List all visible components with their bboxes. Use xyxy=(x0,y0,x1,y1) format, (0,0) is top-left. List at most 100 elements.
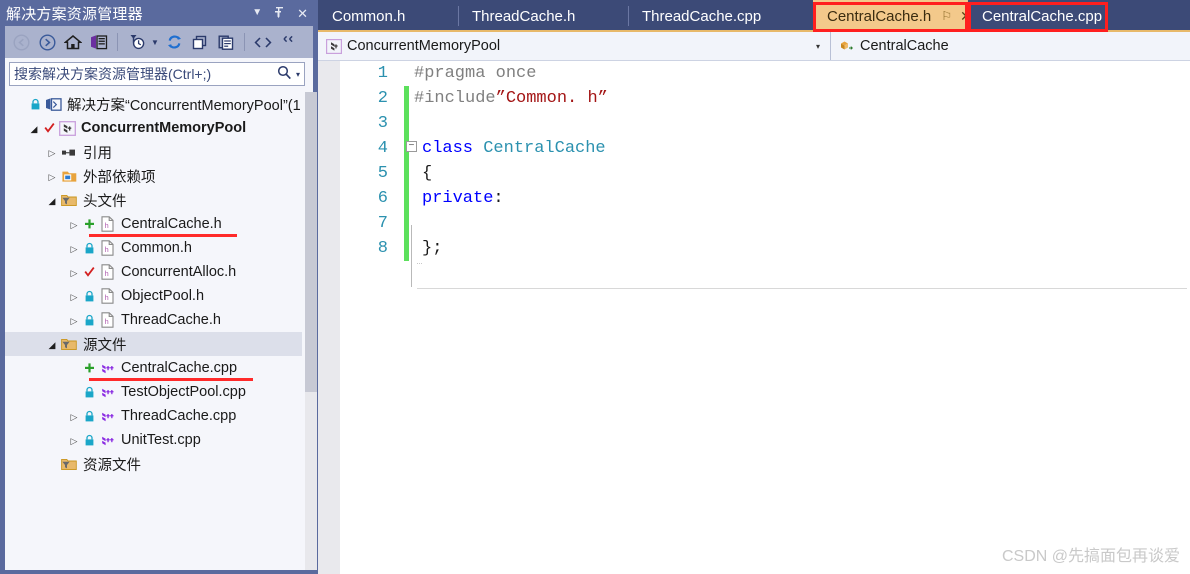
collapse-twisty-icon[interactable]: ◢ xyxy=(27,119,41,137)
search-input-placeholder: 搜索解决方案资源管理器(Ctrl+;) xyxy=(14,66,212,82)
tree-item-concurrentmemorypool[interactable]: ◢ ConcurrentMemoryPool xyxy=(5,116,302,140)
cpp-file-icon xyxy=(97,409,117,424)
expand-twisty-icon[interactable]: ▷ xyxy=(45,143,59,161)
tree-item-concurrentmemorypool-1[interactable]: 解决方案“ConcurrentMemoryPool”(1 xyxy=(5,92,302,116)
expand-twisty-icon[interactable]: ▷ xyxy=(67,263,81,281)
collapse-all-icon[interactable] xyxy=(188,30,212,54)
code-line[interactable]: 1 #pragma once xyxy=(318,61,1190,86)
tree-item-label: CentralCache.h xyxy=(121,216,222,232)
expand-twisty-icon[interactable]: ▷ xyxy=(67,311,81,329)
tree-item-[interactable]: ◢ 源文件 xyxy=(5,332,302,356)
expand-twisty-icon[interactable]: ▷ xyxy=(67,431,81,449)
code-line[interactable]: 5{ xyxy=(318,161,1190,186)
toolbar-separator-2 xyxy=(244,33,245,51)
search-icon[interactable] xyxy=(275,65,294,83)
code-text: private: xyxy=(422,189,504,208)
home-icon[interactable] xyxy=(61,30,85,54)
collapse-twisty-icon[interactable]: ◢ xyxy=(45,191,59,209)
search-input[interactable]: 搜索解决方案资源管理器(Ctrl+;) ▾ xyxy=(9,62,305,86)
tree-item-[interactable]: ▷ 引用 xyxy=(5,140,302,164)
code-brackets-icon[interactable] xyxy=(251,30,275,54)
svg-text:h: h xyxy=(104,295,109,303)
tree-item-threadcache.h[interactable]: ▷ h ThreadCache.h xyxy=(5,308,302,332)
properties-icon[interactable] xyxy=(214,30,238,54)
expand-twisty-icon[interactable]: ▷ xyxy=(67,287,81,305)
tree-item-objectpool.h[interactable]: ▷ h ObjectPool.h xyxy=(5,284,302,308)
tree-item-label: ObjectPool.h xyxy=(121,288,205,304)
editor-tab-threadcache-cpp[interactable]: ThreadCache.cpp xyxy=(628,0,813,32)
line-number: 7 xyxy=(377,214,388,233)
scrollbar-thumb[interactable] xyxy=(305,92,317,392)
class-icon xyxy=(839,39,855,54)
header-file-icon: h xyxy=(97,312,117,328)
navbar-project-dropdown[interactable]: ConcurrentMemoryPool ▾ xyxy=(318,32,831,60)
header-file-icon: h xyxy=(97,288,117,304)
tree-item-centralcache.h[interactable]: ▷ h CentralCache.h xyxy=(5,212,302,237)
tree-item-[interactable]: ◢ 头文件 xyxy=(5,188,302,212)
filter-clock-icon[interactable] xyxy=(124,30,148,54)
editor-tab-threadcache-h[interactable]: ThreadCache.h xyxy=(458,0,628,32)
code-lines[interactable]: 1 #pragma once 2 #include”Common. h” 3 4 − clas… xyxy=(318,61,1190,261)
navbar-member-dropdown[interactable]: CentralCache xyxy=(831,32,957,60)
code-text: { xyxy=(422,164,432,183)
svg-text:h: h xyxy=(104,271,109,279)
solution-view-icon[interactable] xyxy=(87,30,111,54)
tree-item-threadcache.cpp[interactable]: ▷ ThreadCache.cpp xyxy=(5,404,302,428)
line-number: 4 xyxy=(377,139,388,158)
editor-tab-centralcache-h[interactable]: CentralCache.h ⚐ ✕ xyxy=(813,0,972,32)
tab-label: ThreadCache.h xyxy=(472,7,576,25)
change-indicator-bar xyxy=(404,86,409,111)
refresh-icon[interactable] xyxy=(162,30,186,54)
search-dropdown-caret-icon[interactable]: ▾ xyxy=(294,70,300,79)
editor-navigation-bar: ConcurrentMemoryPool ▾ CentralCache xyxy=(318,32,1190,61)
forward-arrow-icon[interactable] xyxy=(35,30,59,54)
lock-badge-icon xyxy=(27,98,43,111)
svg-text:h: h xyxy=(104,319,109,327)
lock-badge-icon xyxy=(81,242,97,255)
toolbar-separator xyxy=(117,33,118,51)
tree-item-centralcache.cpp[interactable]: CentralCache.cpp xyxy=(5,356,302,381)
collapse-twisty-icon[interactable]: ◢ xyxy=(45,335,59,353)
dropdown-caret-icon[interactable]: ▼ xyxy=(252,8,262,18)
solution-explorer-scrollbar[interactable] xyxy=(305,92,317,570)
back-arrow-icon[interactable] xyxy=(9,30,33,54)
expand-twisty-icon[interactable]: ▷ xyxy=(45,167,59,185)
expand-twisty-icon[interactable]: ▷ xyxy=(67,407,81,425)
code-line[interactable]: 6 private: xyxy=(318,186,1190,211)
tree-item-[interactable]: ▷ 外部依赖项 xyxy=(5,164,302,188)
tree-item-testobjectpool.cpp[interactable]: TestObjectPool.cpp xyxy=(5,380,302,404)
tree-item-concurrentalloc.h[interactable]: ▷ h ConcurrentAlloc.h xyxy=(5,260,302,284)
tab-pin-icon[interactable]: ⚐ xyxy=(941,9,952,23)
header-file-icon: h xyxy=(97,264,117,280)
line-number: 3 xyxy=(377,114,388,133)
chevron-double-icon[interactable] xyxy=(277,30,301,54)
code-line[interactable]: 4 − class CentralCache xyxy=(318,136,1190,161)
cpp-project-icon xyxy=(326,38,342,54)
lock-badge-icon xyxy=(81,434,97,447)
navbar-project-caret-icon[interactable]: ▾ xyxy=(816,42,820,51)
filter-dropdown-caret-icon[interactable]: ▼ xyxy=(150,38,160,47)
line-number: 1 xyxy=(377,64,388,83)
code-line[interactable]: 3 xyxy=(318,111,1190,136)
code-line[interactable]: 7 xyxy=(318,211,1190,236)
editor-tab-centralcache-cpp[interactable]: CentralCache.cpp xyxy=(968,0,1108,32)
close-icon[interactable]: ✕ xyxy=(297,7,308,20)
code-line[interactable]: 2 #include”Common. h” xyxy=(318,86,1190,111)
tree-item-[interactable]: 资源文件 xyxy=(5,452,302,476)
code-token: }; xyxy=(422,239,443,258)
solution-tree[interactable]: 解决方案“ConcurrentMemoryPool”(1 ◢ ConcurrentM… xyxy=(5,92,302,570)
expand-twisty-icon[interactable]: ▷ xyxy=(67,215,81,233)
tree-item-common.h[interactable]: ▷ h Common.h xyxy=(5,236,302,260)
code-editor[interactable]: 1 #pragma once 2 #include”Common. h” 3 4 − clas… xyxy=(318,61,1190,574)
tree-item-unittest.cpp[interactable]: ▷ UnitTest.cpp xyxy=(5,428,302,452)
fold-collapse-icon[interactable]: − xyxy=(406,141,417,152)
code-line[interactable]: 8}; xyxy=(318,236,1190,261)
editor-tabstrip[interactable]: Common.h ThreadCache.h ThreadCache.cpp Cent… xyxy=(318,0,1190,32)
expand-twisty-icon[interactable]: ▷ xyxy=(67,239,81,257)
editor-tab-common-h[interactable]: Common.h xyxy=(318,0,458,32)
csdn-watermark: CSDN @先搞面包再谈爱 xyxy=(1001,548,1180,565)
line-number: 5 xyxy=(377,164,388,183)
references-icon xyxy=(59,146,79,159)
external-deps-icon xyxy=(59,169,79,184)
pin-icon[interactable] xyxy=(274,6,285,21)
